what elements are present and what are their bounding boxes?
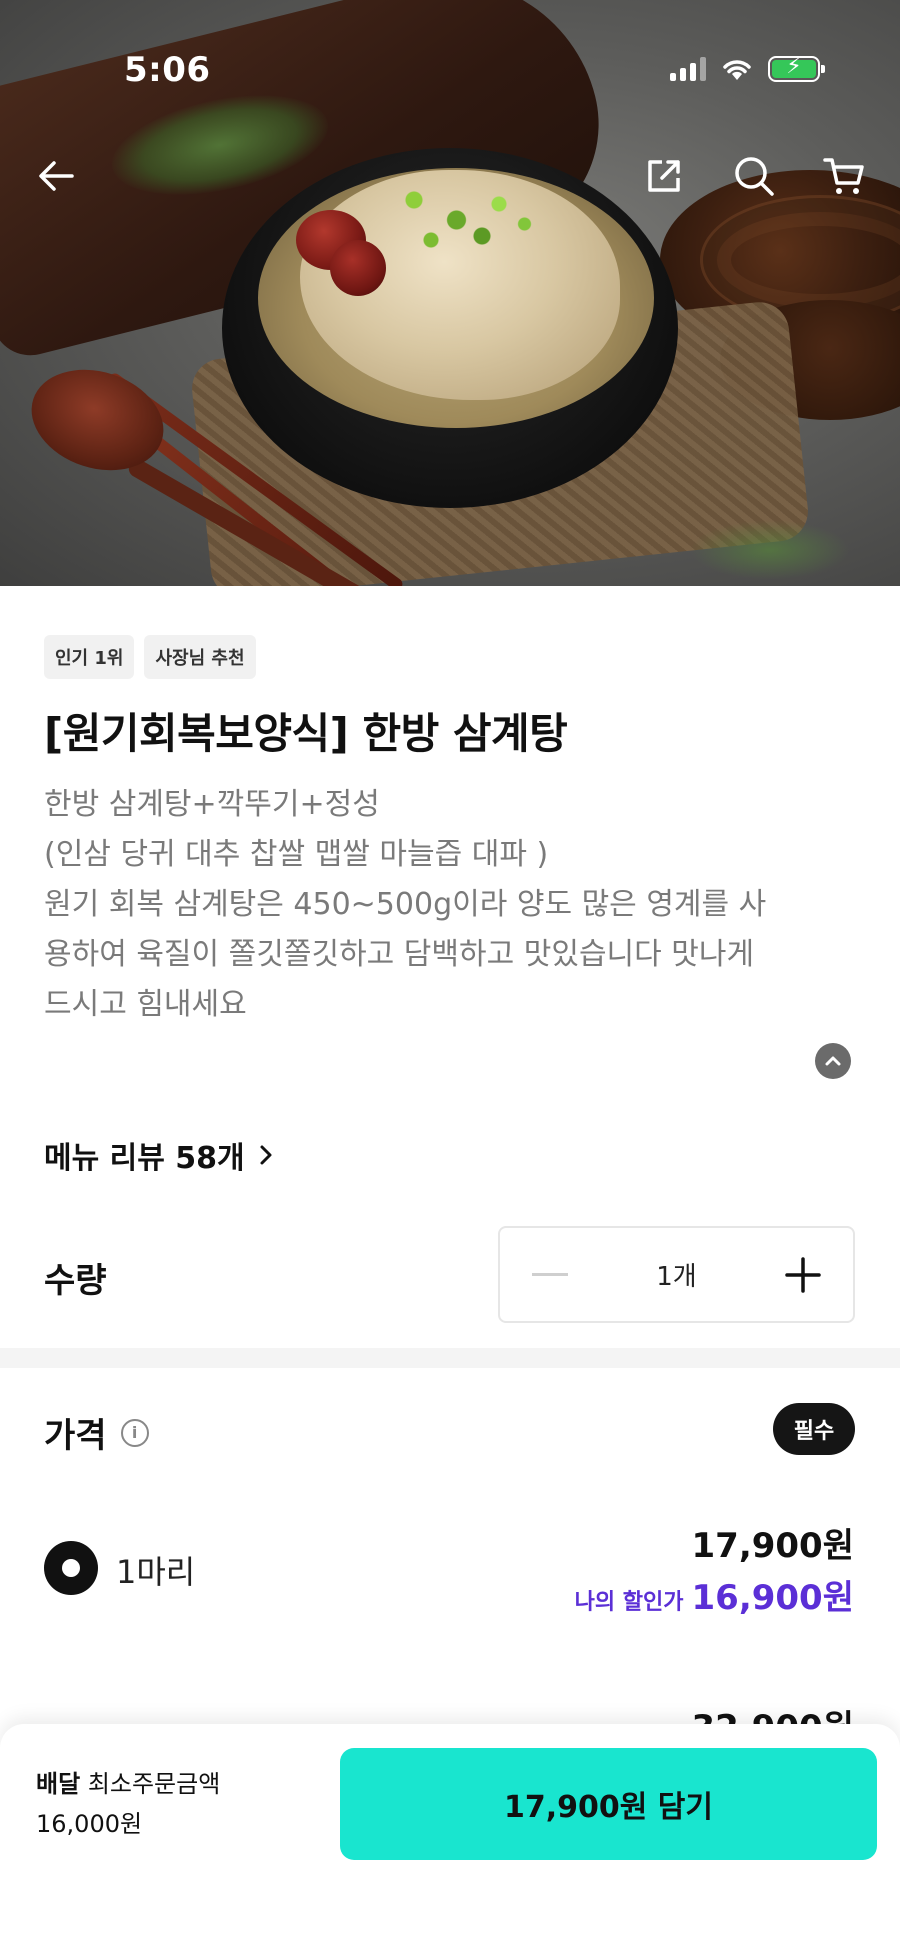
quantity-stepper: 1개 bbox=[498, 1226, 855, 1323]
scallion-garnish bbox=[380, 176, 550, 256]
back-button[interactable] bbox=[30, 150, 82, 202]
quantity-value: 1개 bbox=[656, 1262, 697, 1292]
discount-label: 나의 할인가 bbox=[574, 1590, 684, 1615]
price-section-title: 가격 i bbox=[44, 1408, 149, 1457]
section-divider bbox=[0, 1348, 900, 1368]
description-line: 용하여 육질이 쫄깃쫄깃하고 담백하고 맛있습니다 맛나게 bbox=[44, 937, 755, 972]
share-button[interactable] bbox=[638, 150, 690, 202]
badge-owner-recommend: 사장님 추천 bbox=[144, 635, 256, 679]
cellular-signal-icon bbox=[670, 57, 706, 81]
cart-button[interactable] bbox=[818, 150, 870, 202]
product-description: 한방 삼계탕+깍뚜기+정성 (인삼 당귀 대추 찹쌀 맵쌀 마늘즙 대파 ) 원… bbox=[44, 780, 864, 1030]
chevron-up-icon bbox=[825, 1056, 841, 1066]
battery-icon: ⚡ bbox=[768, 54, 825, 82]
decrease-button[interactable] bbox=[530, 1255, 570, 1295]
description-line: 드시고 힘내세요 bbox=[44, 987, 247, 1022]
min-order-info: 배달 최소주문금액 16,000원 bbox=[36, 1764, 220, 1844]
share-icon bbox=[648, 160, 680, 192]
info-icon[interactable]: i bbox=[120, 1418, 149, 1447]
minus-icon bbox=[532, 1272, 568, 1276]
menu-review-link[interactable]: 메뉴 리뷰 58개 bbox=[44, 1133, 275, 1177]
plus-icon bbox=[785, 1256, 821, 1293]
chevron-right-icon bbox=[260, 1145, 272, 1165]
product-title: [원기회복보양식] 한방 삼계탕 bbox=[44, 709, 568, 758]
description-line: 한방 삼계탕+깍뚜기+정성 bbox=[44, 787, 380, 822]
cart-icon bbox=[823, 158, 864, 194]
price-label: 가격 bbox=[44, 1416, 107, 1456]
collapse-description-button[interactable] bbox=[815, 1043, 851, 1079]
option-radio-selected[interactable] bbox=[44, 1541, 98, 1595]
review-label: 메뉴 리뷰 58개 bbox=[44, 1141, 245, 1176]
status-icons: ⚡ bbox=[670, 54, 825, 82]
herb-garnish bbox=[690, 520, 850, 580]
wifi-icon bbox=[723, 60, 751, 80]
quantity-label: 수량 bbox=[44, 1261, 107, 1301]
bottom-order-bar: 배달 최소주문금액 16,000원 17,900원 담기 bbox=[0, 1724, 900, 1957]
description-line: (인삼 당귀 대추 찹쌀 맵쌀 마늘즙 대파 ) bbox=[44, 837, 549, 872]
description-line: 원기 회복 삼계탕은 450~500g이라 양도 많은 영계를 사 bbox=[44, 887, 767, 922]
badge-popular: 인기 1위 bbox=[44, 635, 135, 679]
discount-price: 16,900원 bbox=[691, 1578, 854, 1618]
search-icon bbox=[735, 157, 774, 196]
option-price: 17,900원 bbox=[691, 1526, 854, 1566]
search-button[interactable] bbox=[728, 150, 780, 202]
jujube bbox=[330, 240, 386, 296]
back-arrow-icon bbox=[39, 161, 74, 191]
product-badges: 인기 1위 사장님 추천 bbox=[44, 635, 256, 679]
required-badge: 필수 bbox=[773, 1403, 855, 1455]
my-discount-price: 나의 할인가 16,900원 bbox=[575, 1570, 854, 1619]
add-to-cart-button[interactable]: 17,900원 담기 bbox=[340, 1748, 877, 1860]
status-time: 5:06 bbox=[124, 50, 211, 90]
option-label[interactable]: 1마리 bbox=[116, 1547, 195, 1593]
min-order-label: 최소주문금액 bbox=[87, 1770, 221, 1798]
delivery-label: 배달 bbox=[36, 1770, 81, 1798]
min-order-value: 16,000원 bbox=[36, 1810, 143, 1838]
increase-button[interactable] bbox=[783, 1255, 823, 1295]
